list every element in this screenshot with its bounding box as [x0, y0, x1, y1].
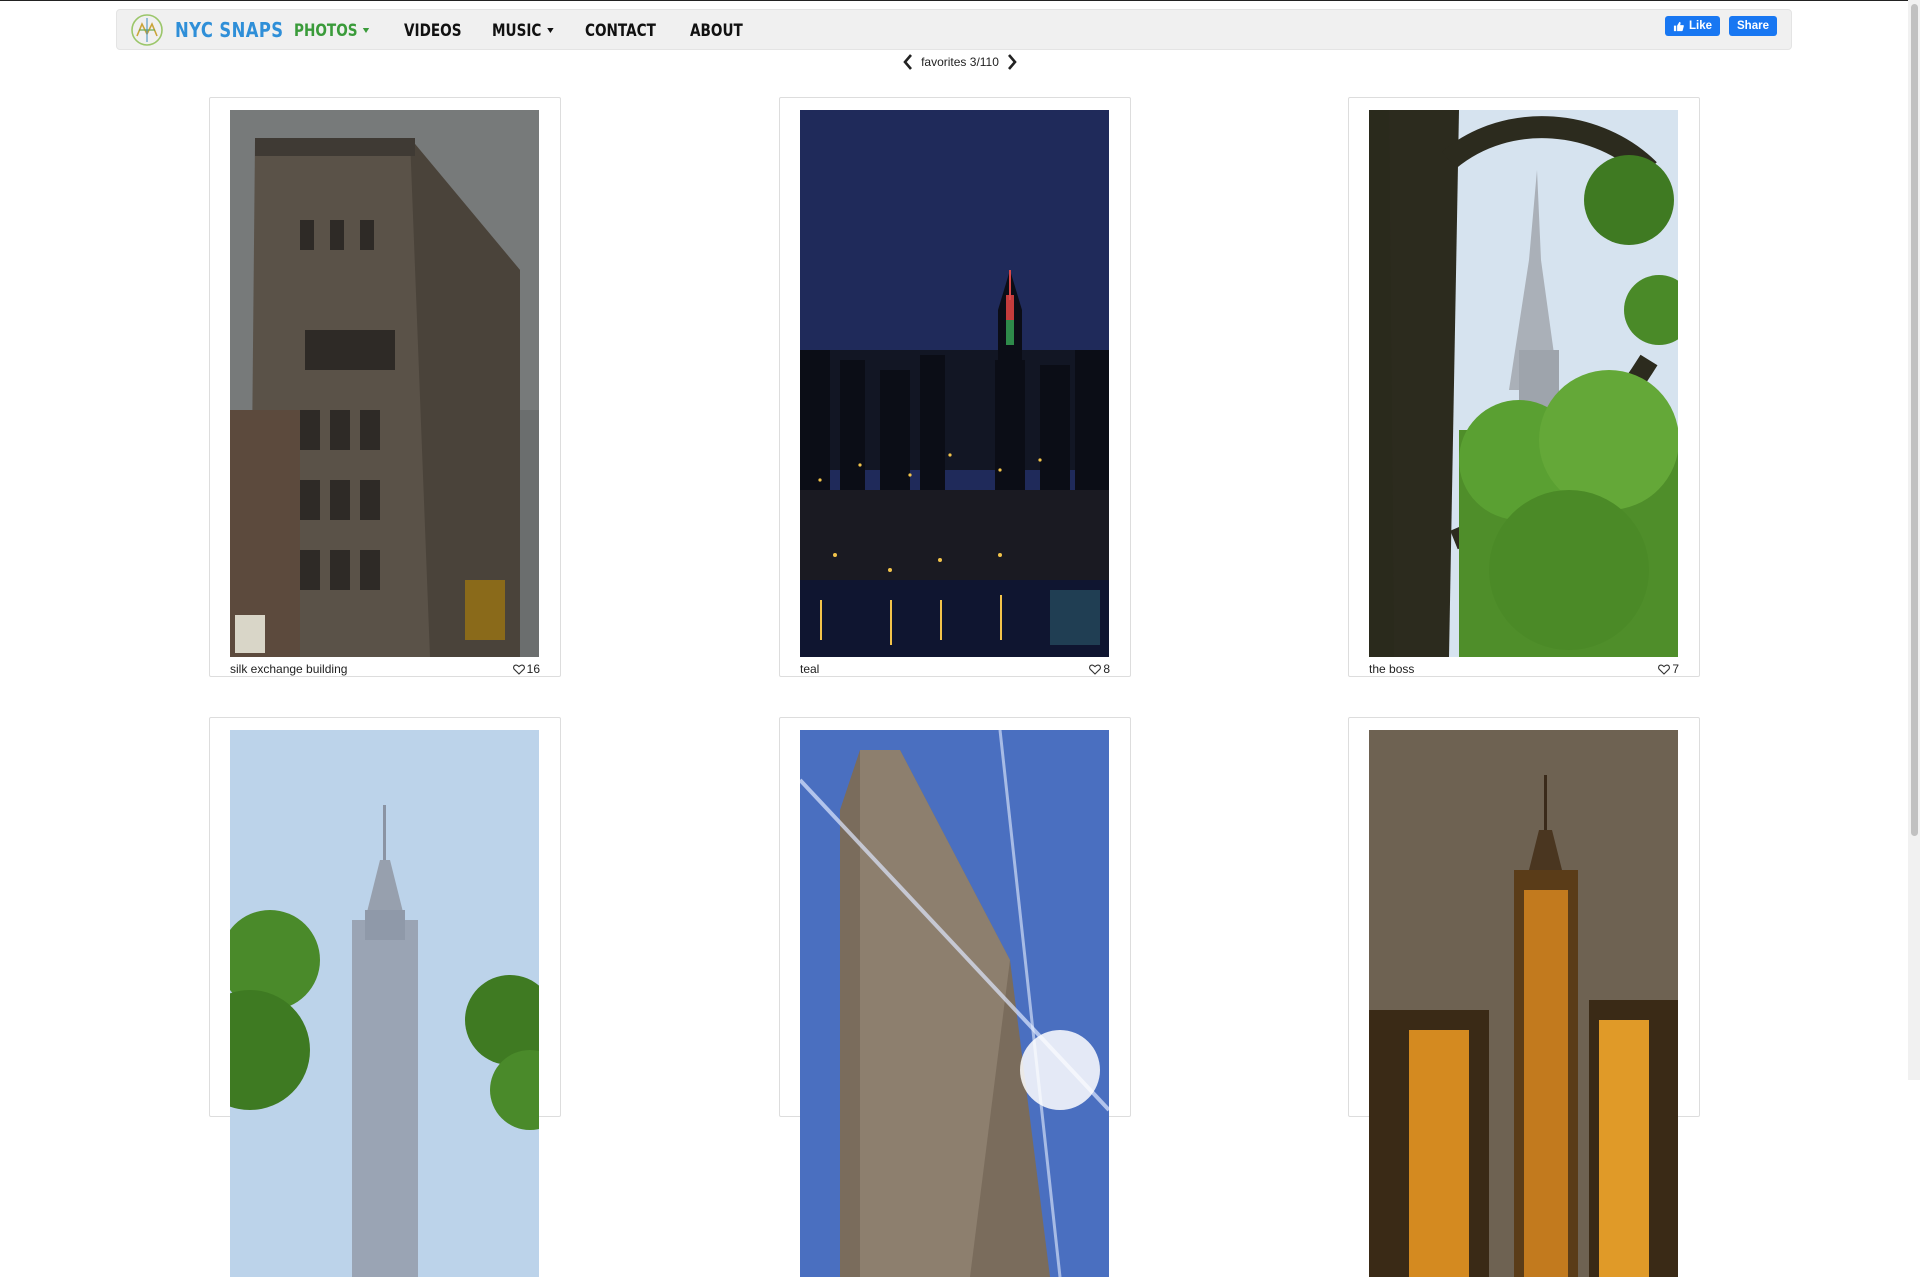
nav-videos-label: VIDEOS	[404, 20, 462, 41]
heart-icon	[512, 664, 525, 675]
nav-photos[interactable]: PHOTOS	[294, 21, 370, 41]
like-count[interactable]: 8	[1089, 662, 1110, 676]
city-logo-icon	[131, 14, 163, 46]
photo-card	[779, 717, 1131, 1277]
nav-contact-label: CONTACT	[585, 20, 657, 41]
share-label: Share	[1737, 20, 1769, 32]
nav-contact[interactable]: CONTACT	[585, 21, 656, 41]
like-count-value: 8	[1103, 662, 1110, 676]
top-border	[0, 0, 1920, 1]
photo-card: teal 8	[779, 97, 1131, 677]
thumbs-up-icon	[1673, 21, 1684, 31]
facebook-like-button[interactable]: Like	[1665, 16, 1721, 36]
heart-icon	[1658, 664, 1671, 675]
photo-card: silk exchange building 16	[209, 97, 561, 677]
photo-empire-trees[interactable]	[230, 730, 539, 1277]
photo-card	[1348, 717, 1700, 1277]
photo-flatiron[interactable]	[800, 730, 1109, 1277]
nav-photos-label: PHOTOS	[294, 20, 358, 41]
nav-music-label: MUSIC	[492, 20, 542, 41]
navbar: NYC SNAPS PHOTOS VIDEOS MUSIC CONTACT AB…	[116, 9, 1792, 50]
like-label: Like	[1689, 20, 1713, 32]
heart-icon	[1089, 664, 1102, 675]
photo-card: the boss 7	[1348, 97, 1700, 677]
photo-empire-sunset[interactable]	[1369, 730, 1678, 1277]
main-nav: PHOTOS VIDEOS MUSIC CONTACT ABOUT	[294, 10, 772, 51]
photo-the-boss[interactable]	[1369, 110, 1678, 657]
brand-link[interactable]: NYC SNAPS	[129, 12, 307, 48]
caret-down-icon	[547, 28, 554, 33]
like-count[interactable]: 16	[512, 662, 540, 676]
photo-silk-exchange[interactable]	[230, 110, 539, 657]
photo-caption: silk exchange building	[230, 662, 348, 676]
nav-about[interactable]: ABOUT	[690, 21, 743, 41]
brand-name: NYC SNAPS	[175, 18, 284, 42]
photo-teal[interactable]	[800, 110, 1109, 657]
nav-music[interactable]: MUSIC	[492, 20, 554, 41]
pager: favorites 3/110	[0, 53, 1920, 71]
facebook-share-button[interactable]: Share	[1729, 16, 1777, 36]
photo-card	[209, 717, 561, 1277]
pager-label: favorites 3/110	[921, 55, 999, 69]
like-count-value: 7	[1672, 662, 1679, 676]
scrollbar-thumb[interactable]	[1911, 4, 1918, 836]
caret-down-icon	[363, 28, 370, 33]
nav-videos[interactable]: VIDEOS	[404, 21, 462, 41]
like-count[interactable]: 7	[1658, 662, 1679, 676]
nav-about-label: ABOUT	[689, 20, 743, 41]
like-count-value: 16	[526, 662, 540, 676]
photo-caption: the boss	[1369, 662, 1415, 676]
photo-caption: teal	[800, 662, 820, 676]
chevron-right-icon[interactable]	[1005, 53, 1019, 71]
chevron-left-icon[interactable]	[901, 53, 915, 71]
